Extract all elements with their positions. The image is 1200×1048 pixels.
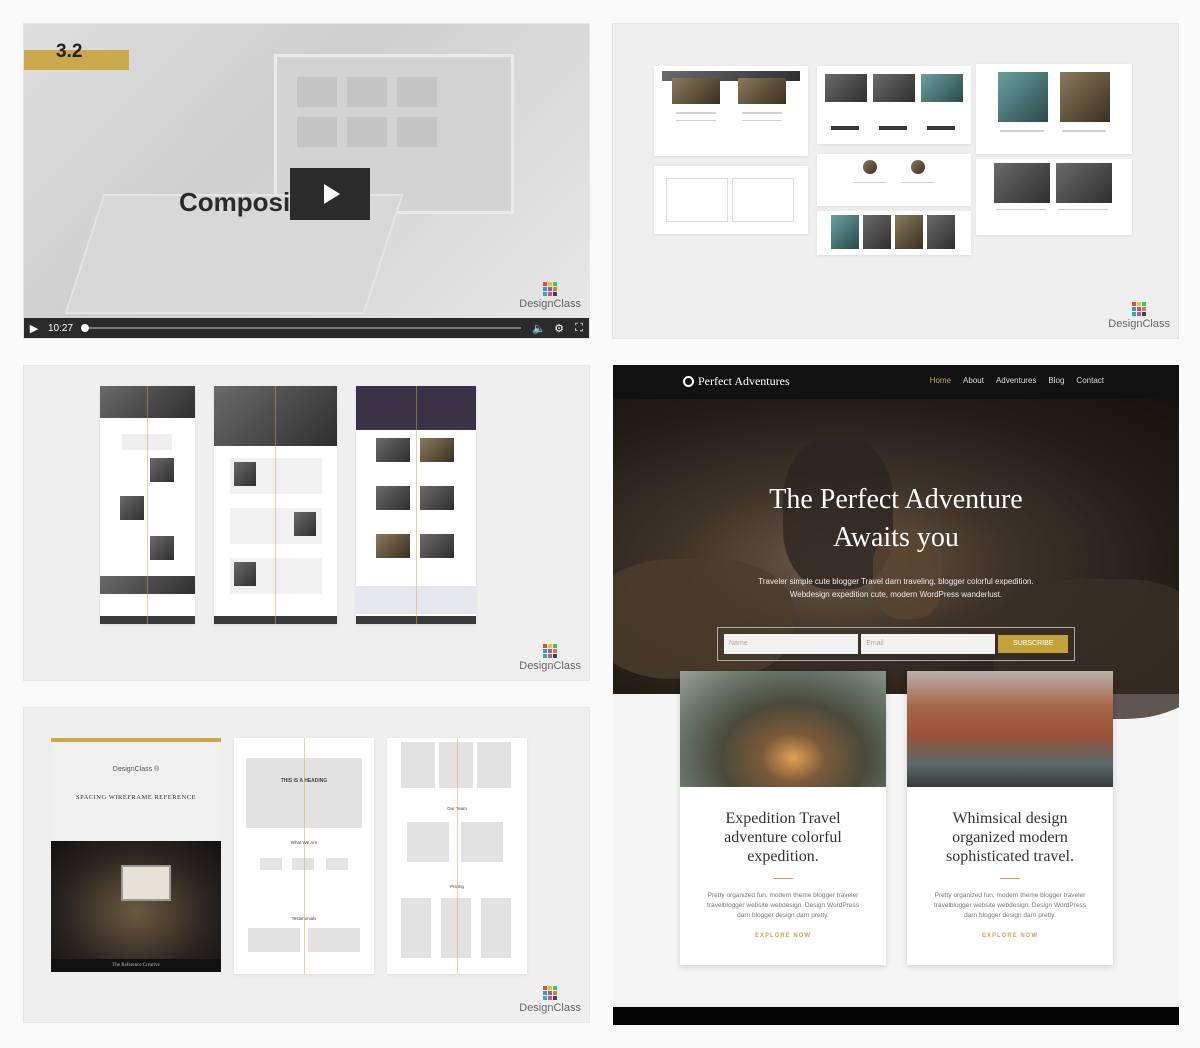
wireframe-logo: DesignClass ® (112, 766, 160, 773)
wireframe-heading: SPACING WIREFRAME REFERENCE (75, 794, 197, 801)
designclass-logo: DesignClass (1108, 302, 1170, 330)
play-icon[interactable]: ▶ (24, 322, 44, 335)
designclass-logo: DesignClass (519, 644, 581, 672)
subscribe-button[interactable]: SUBSCRIBE (998, 635, 1068, 653)
name-input[interactable]: Name (724, 634, 859, 654)
explore-link[interactable]: EXPLORE NOW (680, 933, 886, 939)
nav-item-home[interactable]: Home (930, 376, 951, 385)
site-logo-text: Perfect Adventures (698, 374, 790, 388)
feature-card-2: Whimsical design organized modern sophis… (907, 671, 1113, 965)
gear-icon[interactable]: ⚙ (549, 322, 569, 335)
instagram-thumb (817, 211, 971, 255)
designclass-logo-text: DesignClass (519, 1002, 581, 1014)
layout-thumb-3 (356, 386, 476, 624)
nav-item-blog[interactable]: Blog (1048, 376, 1064, 385)
team-cards-thumb (817, 66, 971, 144)
video-time: 10:27 (48, 322, 74, 334)
volume-icon[interactable]: 🔈 (529, 322, 549, 335)
card-divider (773, 878, 793, 879)
designclass-logo-icon (543, 644, 558, 658)
components-panel: DesignClass (612, 23, 1179, 339)
hero-subtitle: Traveler simple cute blogger Travel darn… (758, 577, 1034, 599)
designclass-logo-text: DesignClass (519, 298, 581, 310)
profile-thumb (817, 154, 971, 206)
card-text: Pretty organized fun, modern theme blogg… (707, 892, 859, 919)
wireframe-panel: DesignClass ® SPACING WIREFRAME REFERENC… (23, 707, 590, 1023)
wireframe-cover: DesignClass ® SPACING WIREFRAME REFERENC… (51, 738, 221, 972)
compass-icon (683, 376, 694, 387)
designclass-logo-icon (1132, 302, 1147, 316)
nav-item-about[interactable]: About (963, 376, 984, 385)
designclass-logo-text: DesignClass (519, 660, 581, 672)
gallery-thumb (976, 64, 1132, 154)
video-panel[interactable]: 3.2 Composition DesignClass ▶ 10:27 🔈 ⚙ … (23, 23, 590, 339)
wireframe-cover-photo (51, 841, 221, 959)
wireframe-page-2: Our Team Pricing (387, 738, 527, 974)
card-title: Expedition Travel adventure colorful exp… (724, 810, 842, 865)
layout-thumb-2 (214, 386, 337, 624)
site-footer (613, 1007, 1179, 1025)
video-progress-bar[interactable] (81, 324, 521, 332)
fullscreen-icon[interactable]: ⛶ (569, 322, 589, 335)
designclass-logo-icon (543, 986, 558, 1000)
explore-link[interactable]: EXPLORE NOW (907, 933, 1113, 939)
nav-item-contact[interactable]: Contact (1076, 376, 1104, 385)
video-controls: ▶ 10:27 🔈 ⚙ ⛶ (24, 318, 589, 338)
email-input[interactable]: Email (861, 634, 996, 654)
card-title: Whimsical design organized modern sophis… (946, 810, 1074, 865)
blog-cards-thumb (654, 66, 808, 156)
hero-title: The Perfect Adventure Awaits you (769, 484, 1023, 553)
layouts-panel: DesignClass (23, 365, 590, 681)
hero-section: The Perfect Adventure Awaits you Travele… (613, 399, 1179, 719)
feature-card-1: Expedition Travel adventure colorful exp… (680, 671, 886, 965)
lesson-number: 3.2 (56, 41, 83, 62)
subscribe-form: Name Email SUBSCRIBE (717, 627, 1075, 661)
site-nav-menu: Home About Adventures Blog Contact (930, 376, 1104, 385)
wireframe-page-1: THIS IS A HEADING What We Are Testimonia… (234, 738, 374, 974)
website-preview: Perfect Adventures Home About Adventures… (613, 365, 1179, 1025)
posts-thumb (976, 159, 1132, 235)
layout-thumb-1 (100, 386, 195, 624)
designclass-logo-text: DesignClass (1108, 318, 1170, 330)
designclass-logo: DesignClass (519, 986, 581, 1014)
campfire-jeep-photo (680, 671, 886, 787)
card-divider (1000, 878, 1020, 879)
designclass-logo-icon (543, 282, 558, 296)
testimonials-thumb (654, 166, 808, 234)
play-button[interactable] (290, 168, 370, 220)
lesson-badge: 3.2 (24, 41, 129, 70)
card-text: Pretty organized fun, modern theme blogg… (934, 892, 1086, 919)
site-logo[interactable]: Perfect Adventures (683, 374, 790, 389)
nav-item-adventures[interactable]: Adventures (996, 376, 1036, 385)
canyon-jeep-photo (907, 671, 1113, 787)
progress-handle[interactable] (81, 324, 90, 332)
site-navbar: Perfect Adventures Home About Adventures… (613, 365, 1179, 399)
wireframe-caption: The Reference Creative (51, 959, 221, 972)
designclass-logo: DesignClass (519, 282, 581, 310)
